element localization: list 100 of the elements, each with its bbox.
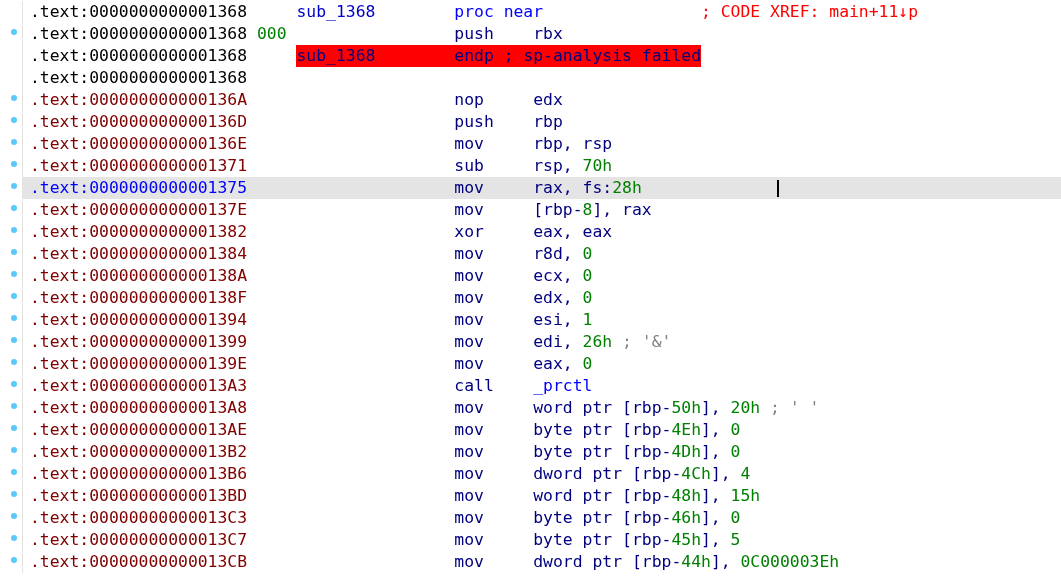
mnemonic-text: mov	[454, 177, 485, 199]
comment-text: ; CODE XREF: main+11↓p	[701, 1, 919, 23]
operand-text: byte ptr [rbp-45h], 5	[533, 529, 741, 551]
stack-pointer-text: 000	[256, 23, 287, 45]
mnemonic-text: mov	[454, 463, 485, 485]
marker-dot-icon[interactable]	[11, 29, 17, 35]
operand-text: dword ptr [rbp-4Ch], 4	[533, 463, 751, 485]
mnemonic-text: nop	[454, 89, 485, 111]
mnemonic-text: mov	[454, 529, 485, 551]
operand-text: esi, 1	[533, 309, 593, 331]
comment-text: ; ' '	[770, 397, 820, 419]
marker-dot-icon[interactable]	[11, 95, 17, 101]
address-text: .text:00000000000013C7	[30, 529, 248, 551]
marker-dot-icon[interactable]	[11, 293, 17, 299]
operand-text: rbp, rsp	[533, 133, 613, 155]
mnemonic-text: mov	[454, 199, 485, 221]
address-text: .text:000000000000139E	[30, 353, 248, 375]
operand-text: word ptr [rbp-50h], 20h	[533, 397, 761, 419]
mnemonic-text: mov	[454, 287, 485, 309]
address-text: .text:0000000000001371	[30, 155, 248, 177]
address-text: .text:000000000000138F	[30, 287, 248, 309]
address-text: .text:0000000000001368	[30, 45, 248, 67]
mnemonic-text: xor	[454, 221, 485, 243]
marker-dot-icon[interactable]	[11, 557, 17, 563]
address-text: .text:0000000000001368	[30, 1, 248, 23]
mnemonic-text: mov	[454, 441, 485, 463]
address-text: .text:00000000000013A3	[30, 375, 248, 397]
address-text: .text:000000000000137E	[30, 199, 248, 221]
operand-text: edi, 26h	[533, 331, 613, 353]
address-text: .text:000000000000136E	[30, 133, 248, 155]
marker-dot-icon[interactable]	[11, 381, 17, 387]
marker-dot-icon[interactable]	[11, 183, 17, 189]
operand-text: dword ptr [rbp-44h], 0C000003Eh	[533, 551, 840, 573]
address-text: .text:0000000000001368	[30, 67, 248, 89]
marker-dot-icon[interactable]	[11, 117, 17, 123]
mnemonic-text: mov	[454, 419, 485, 441]
mnemonic-text: push	[454, 23, 495, 45]
comment-text: ; sp-analysis failed	[503, 45, 701, 67]
mnemonic-text: sub	[454, 155, 485, 177]
operand-text: edx, 0	[533, 287, 593, 309]
operand-text: [rbp-8], rax	[533, 199, 652, 221]
address-text: .text:0000000000001384	[30, 243, 248, 265]
operand-text: r8d, 0	[533, 243, 593, 265]
mnemonic-text: mov	[454, 551, 485, 573]
mnemonic-text: mov	[454, 485, 485, 507]
operand-text: byte ptr [rbp-4Dh], 0	[533, 441, 741, 463]
marker-dot-icon[interactable]	[11, 337, 17, 343]
address-text: .text:00000000000013B2	[30, 441, 248, 463]
marker-dot-icon[interactable]	[11, 491, 17, 497]
mnemonic-text: mov	[454, 507, 485, 529]
comment-text: ; '&'	[622, 331, 672, 353]
marker-dot-icon[interactable]	[11, 535, 17, 541]
marker-dot-icon[interactable]	[11, 139, 17, 145]
operand-text: eax, eax	[533, 221, 613, 243]
mnemonic-text: mov	[454, 397, 485, 419]
marker-dot-icon[interactable]	[11, 425, 17, 431]
operand-text: ecx, 0	[533, 265, 593, 287]
mnemonic-text: mov	[454, 331, 485, 353]
mnemonic-text: mov	[454, 353, 485, 375]
marker-dot-icon[interactable]	[11, 315, 17, 321]
address-text: .text:0000000000001375	[30, 177, 248, 199]
label-text: sub_1368	[296, 1, 377, 23]
operand-text: eax, 0	[533, 353, 593, 375]
marker-dot-icon[interactable]	[11, 249, 17, 255]
marker-dot-icon[interactable]	[11, 513, 17, 519]
marker-dot-icon[interactable]	[11, 403, 17, 409]
operand-text: rbx	[533, 23, 563, 45]
operand-text: _prctl	[533, 375, 593, 397]
operand-text: rbp	[533, 111, 563, 133]
operand-text: rax, fs:28h	[533, 177, 642, 199]
mnemonic-text: mov	[454, 133, 485, 155]
address-text: .text:0000000000001382	[30, 221, 248, 243]
address-text: .text:00000000000013AE	[30, 419, 248, 441]
marker-dot-icon[interactable]	[11, 447, 17, 453]
address-text: .text:00000000000013B6	[30, 463, 248, 485]
address-text: .text:00000000000013CB	[30, 551, 248, 573]
address-text: .text:000000000000136A	[30, 89, 248, 111]
address-text: .text:0000000000001394	[30, 309, 248, 331]
mnemonic-text: mov	[454, 265, 485, 287]
marker-dot-icon[interactable]	[11, 161, 17, 167]
address-text: .text:000000000000138A	[30, 265, 248, 287]
address-text: .text:00000000000013BD	[30, 485, 248, 507]
address-text: .text:00000000000013A8	[30, 397, 248, 419]
address-text: .text:0000000000001368	[30, 23, 248, 45]
operand-text: byte ptr [rbp-4Eh], 0	[533, 419, 741, 441]
marker-dot-icon[interactable]	[11, 227, 17, 233]
mnemonic-text: mov	[454, 243, 485, 265]
mnemonic-text: endp	[454, 45, 494, 67]
marker-dot-icon[interactable]	[11, 469, 17, 475]
mnemonic-text: push	[454, 111, 495, 133]
operand-text: rsp, 70h	[533, 155, 613, 177]
marker-dot-icon[interactable]	[11, 205, 17, 211]
mnemonic-text: mov	[454, 309, 485, 331]
operand-text: edx	[533, 89, 563, 111]
marker-dot-icon[interactable]	[11, 271, 17, 277]
label-text: sub_1368	[296, 45, 377, 67]
address-text: .text:000000000000136D	[30, 111, 248, 133]
mnemonic-text: proc near	[454, 1, 545, 23]
marker-dot-icon[interactable]	[11, 359, 17, 365]
mnemonic-text: call	[454, 375, 495, 397]
